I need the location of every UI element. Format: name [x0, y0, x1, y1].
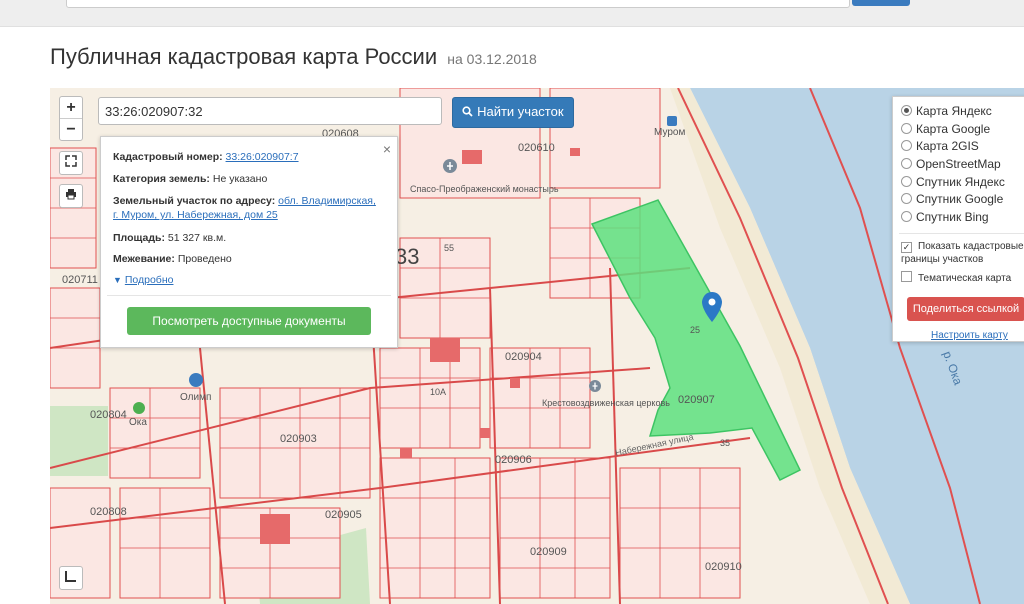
label-parcel-10a: 10А	[430, 387, 446, 397]
survey-value: Проведено	[177, 253, 232, 265]
basemap-option[interactable]: Карта 2GIS	[901, 138, 979, 154]
cadastral-number-label: Кадастровый номер:	[113, 151, 223, 163]
basemap-option[interactable]: Спутник Яндекс	[901, 174, 1005, 190]
label-020711: 020711	[62, 274, 98, 286]
label-020610: 020610	[518, 142, 555, 154]
label-020907: 020907	[678, 394, 715, 406]
basemap-option[interactable]: OpenStreetMap	[901, 156, 1001, 172]
popup-divider	[107, 295, 391, 296]
checkbox-icon	[901, 271, 912, 282]
basemap-label: Карта Google	[916, 122, 991, 136]
address-label: Земельный участок по адресу:	[113, 195, 276, 207]
popup-close-icon[interactable]: ×	[383, 141, 391, 157]
top-search-field[interactable]	[66, 0, 850, 8]
church-icon	[589, 380, 601, 392]
land-category-label: Категория земель:	[113, 173, 210, 185]
basemap-label: Спутник Яндекс	[916, 175, 1005, 189]
basemap-label: Спутник Bing	[916, 210, 989, 224]
label-parcel-55: 55	[444, 243, 454, 253]
page-title: Публичная кадастровая карта России на 03…	[50, 44, 537, 70]
label-oka-shop: Ока	[129, 417, 147, 428]
layers-panel: Карта Яндекс Карта Google Карта 2GIS Ope…	[892, 96, 1024, 342]
area-label: Площадь:	[113, 232, 165, 244]
checkbox-checked-icon: ✓	[901, 242, 912, 253]
search-icon	[462, 106, 474, 117]
cadastral-number-link[interactable]: 33:26:020907:7	[226, 151, 299, 163]
show-borders-label: Показать кадастровые границы участков	[901, 241, 1024, 265]
olimp-icon	[189, 373, 203, 387]
top-bar	[0, 0, 1024, 27]
label-020906: 020906	[495, 454, 532, 466]
survey-label: Межевание:	[113, 253, 175, 265]
zoom-in-button[interactable]: +	[60, 97, 82, 118]
basemap-label: OpenStreetMap	[916, 157, 1001, 171]
caret-down-icon: ▼	[113, 275, 122, 285]
zoom-control: + −	[59, 96, 83, 141]
label-020904: 020904	[505, 351, 542, 363]
find-parcel-button[interactable]: Найти участок	[452, 97, 574, 128]
label-murom: Муром	[654, 127, 685, 138]
land-category-value: Не указано	[212, 173, 268, 185]
fullscreen-icon	[65, 155, 77, 167]
radio-icon	[901, 158, 912, 169]
label-olimp: Олимп	[180, 392, 211, 403]
thematic-map-option[interactable]: Тематическая карта	[901, 271, 1011, 287]
details-label: Подробно	[124, 274, 174, 286]
label-020910: 020910	[705, 561, 742, 573]
thematic-map-label: Тематическая карта	[918, 273, 1012, 284]
basemap-label: Спутник Google	[916, 192, 1004, 206]
basemap-label: Карта Яндекс	[916, 104, 992, 118]
radio-icon	[901, 140, 912, 151]
murom-station-icon	[667, 116, 677, 126]
area-value: 51 327 кв.м.	[167, 232, 227, 244]
radio-icon	[901, 105, 912, 116]
label-020909: 020909	[530, 546, 567, 558]
address-row: Земельный участок по адресу: обл. Владим…	[113, 194, 383, 222]
land-category-row: Категория земель: Не указано	[113, 172, 383, 186]
zoom-out-button[interactable]: −	[60, 118, 82, 140]
survey-row: Межевание: Проведено	[113, 252, 383, 266]
label-020804: 020804	[90, 409, 127, 421]
page-date: на 03.12.2018	[447, 51, 537, 67]
fullscreen-button[interactable]	[59, 151, 83, 175]
area-row: Площадь: 51 327 кв.м.	[113, 231, 383, 245]
print-icon	[66, 189, 76, 200]
label-parcel-35: 35	[720, 438, 730, 448]
label-020808: 020808	[90, 506, 127, 518]
label-district-33: 33	[395, 244, 419, 269]
monastery-icon	[443, 159, 457, 173]
cadastral-search-input[interactable]: 33:26:020907:32	[98, 97, 442, 125]
setup-map-link[interactable]: Настроить карту	[931, 330, 1008, 341]
page-title-text: Публичная кадастровая карта России	[50, 44, 438, 69]
oka-shop-icon	[133, 402, 145, 414]
view-documents-button[interactable]: Посмотреть доступные документы	[127, 307, 371, 335]
legend-button[interactable]	[59, 566, 83, 590]
layers-divider	[899, 233, 1024, 234]
basemap-option[interactable]: Карта Яндекс	[901, 103, 992, 119]
top-search-button[interactable]	[852, 0, 910, 6]
label-020903: 020903	[280, 433, 317, 445]
parcel-info-popup: × Кадастровый номер: 33:26:020907:7 Кате…	[100, 136, 398, 348]
find-parcel-label: Найти участок	[477, 104, 564, 119]
label-church: Крестовоздвиженская церковь	[542, 398, 670, 408]
radio-icon	[901, 211, 912, 222]
label-parcel-25: 25	[690, 325, 700, 335]
legend-icon	[65, 571, 76, 582]
label-monastery: Спасо-Преображенский монастырь	[410, 184, 559, 194]
show-borders-option[interactable]: ✓ Показать кадастровые границы участков	[901, 240, 1024, 266]
print-button[interactable]	[59, 184, 83, 208]
basemap-option[interactable]: Спутник Bing	[901, 209, 989, 225]
basemap-option[interactable]: Спутник Google	[901, 191, 1003, 207]
details-toggle[interactable]: ▼ Подробно	[113, 274, 173, 286]
share-link-button[interactable]: Поделиться ссылкой	[907, 297, 1024, 321]
radio-icon	[901, 176, 912, 187]
radio-icon	[901, 193, 912, 204]
cadastral-map[interactable]: 020907 020904 020903 020906 020905 02090…	[50, 88, 1024, 604]
basemap-option[interactable]: Карта Google	[901, 121, 990, 137]
basemap-label: Карта 2GIS	[916, 139, 979, 153]
label-020905: 020905	[325, 509, 362, 521]
radio-icon	[901, 123, 912, 134]
cadastral-number-row: Кадастровый номер: 33:26:020907:7	[113, 150, 383, 164]
